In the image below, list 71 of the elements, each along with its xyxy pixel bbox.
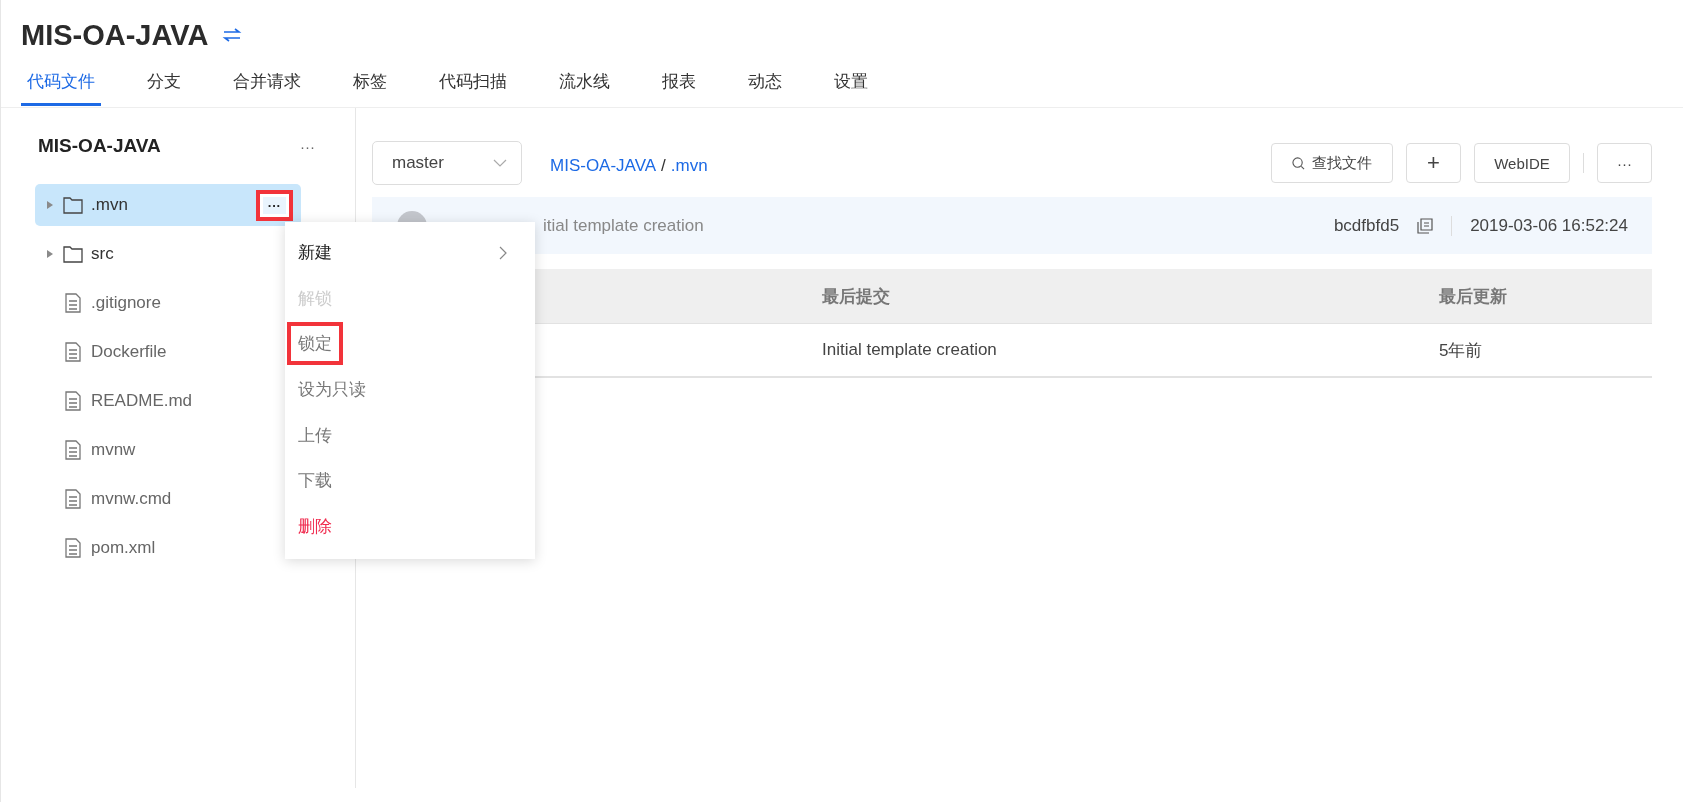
table-cell: Initial template creation [822,340,997,359]
commit-message: itial template creation [543,215,704,236]
file-icon [65,293,81,313]
more-button[interactable]: ··· [1597,143,1652,183]
menu-item[interactable]: 删除 [285,503,535,550]
tree-item[interactable]: README.md [35,380,201,422]
commit-date: 2019-03-06 16:52:24 [1470,215,1628,236]
expand-icon[interactable] [47,250,53,258]
highlight-frame: 锁定 [287,322,343,366]
add-button[interactable]: + [1406,143,1461,183]
menu-item[interactable]: 设为只读 [285,366,535,413]
highlight-frame: 下载 [287,459,343,503]
tab[interactable]: 流水线 [553,70,616,106]
file-name: mvnw.cmd [91,489,172,509]
file-icon [65,440,81,460]
file-name: mvnw [91,440,136,460]
branch-select[interactable]: master [372,141,522,185]
chevron-right-icon [499,245,507,260]
repo-name: MIS-OA-JAVA [38,135,161,157]
file-icon [65,538,81,558]
tab[interactable]: 报表 [656,70,702,106]
tree-item[interactable]: mvnw [35,429,144,471]
expand-icon[interactable] [47,201,53,209]
tree-item[interactable]: mvnw.cmd [35,478,180,520]
breadcrumb-separator: / [661,156,666,176]
more-button[interactable]: ··· [296,137,319,155]
menu-item[interactable]: 下载 [285,457,535,504]
find-file-button[interactable]: 查找文件 [1271,143,1393,183]
tree-item[interactable]: .mvn ··· [35,184,301,226]
tree-item[interactable]: Dockerfile [35,331,175,373]
column-header: 最后更新 [1439,286,1507,306]
file-name: .gitignore [91,293,161,313]
tab[interactable]: 动态 [742,70,788,106]
more-button[interactable]: ··· [255,189,293,221]
switch-icon[interactable] [222,27,243,43]
highlight-frame: 新建 [287,231,343,275]
tab[interactable]: 标签 [347,70,393,106]
webide-button[interactable]: WebIDE [1474,143,1570,183]
table-cell: 5年前 [1439,340,1483,360]
file-name: README.md [91,391,193,411]
menu-item[interactable]: 新建 [285,230,535,276]
menu-item[interactable]: 上传 [285,412,535,458]
file-name: pom.xml [91,538,156,558]
search-icon [1292,156,1305,170]
tab[interactable]: 设置 [828,70,874,106]
menu-item[interactable]: 锁定 [285,321,535,367]
tree-item[interactable]: .gitignore [35,282,169,324]
chevron-down-icon [493,159,507,167]
file-icon [65,391,81,411]
highlight-frame: 上传 [287,413,343,457]
file-name: Dockerfile [91,342,167,362]
project-title: MIS-OA-JAVA [21,18,209,52]
column-header: 最后提交 [822,286,890,306]
highlight-frame: 设为只读 [287,368,377,412]
commit-hash: bcdfbfd5 [1333,215,1400,236]
tab[interactable]: 分支 [141,70,187,106]
file-icon [65,489,81,509]
breadcrumb-link[interactable]: .mvn [670,156,708,176]
folder-icon [63,245,83,263]
tab[interactable]: 代码扫描 [433,70,513,106]
tab[interactable]: 代码文件 [21,70,101,106]
tree-item[interactable]: src [35,233,122,275]
tree-item[interactable]: pom.xml [35,527,164,569]
breadcrumb-link[interactable]: MIS-OA-JAVA [550,156,657,176]
tab[interactable]: 合并请求 [227,70,307,106]
file-icon [65,342,81,362]
highlight-frame: 删除 [287,504,343,548]
copy-icon[interactable] [1417,217,1434,234]
folder-icon [63,196,83,214]
folder-name: .mvn [91,195,128,215]
folder-name: src [91,244,114,264]
